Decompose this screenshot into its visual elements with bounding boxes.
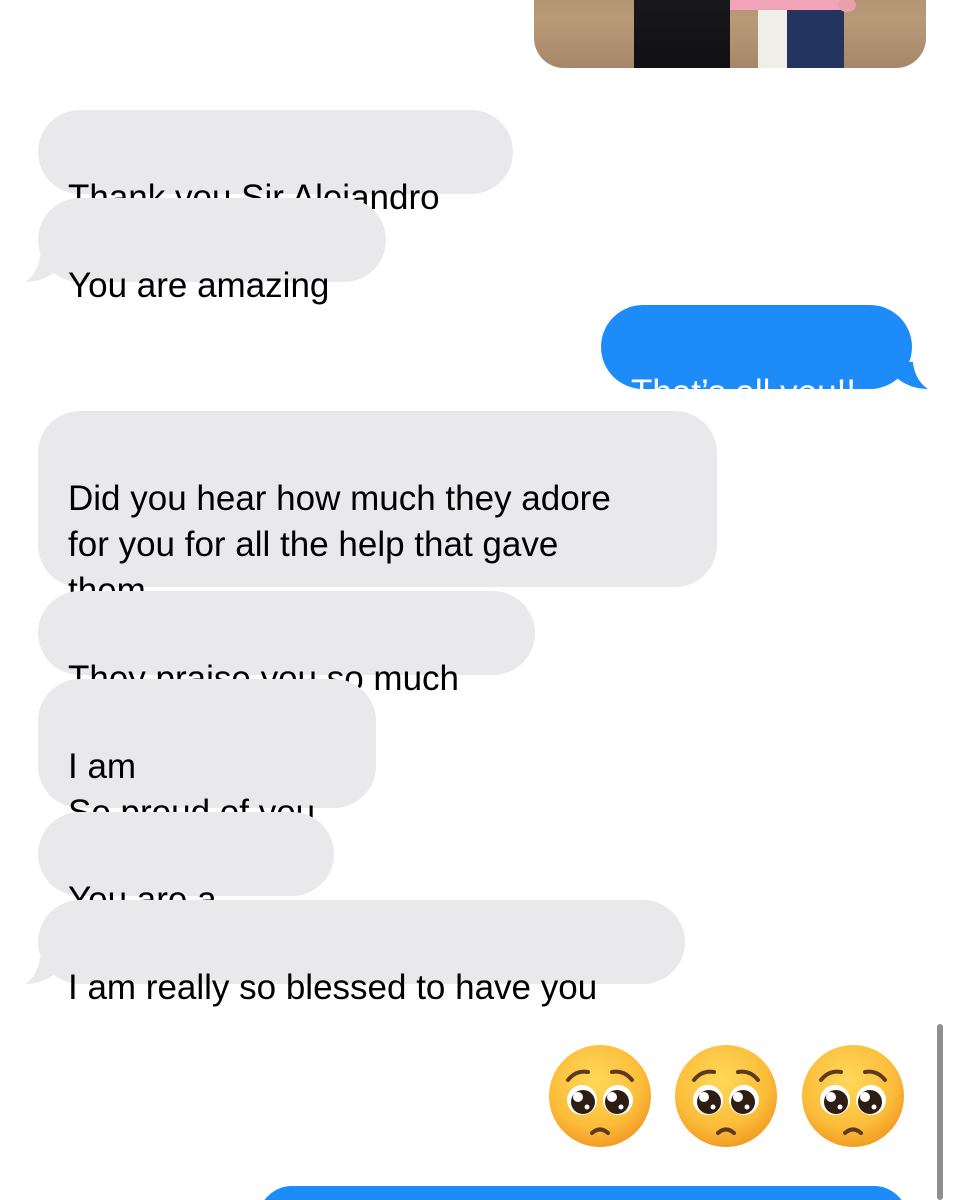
message-text: You are amazing: [68, 266, 330, 305]
scrollbar[interactable]: [937, 1024, 943, 1200]
message-thread[interactable]: Thank you Sir Alejandro You are amazing …: [0, 0, 953, 1200]
photo-person-right: [758, 0, 844, 68]
message-bubble-incoming-5[interactable]: I am So proud of you: [38, 679, 376, 832]
message-bubble-incoming-1[interactable]: Thank you Sir Alejandro: [38, 110, 513, 217]
message-bubble-incoming-6[interactable]: You are a: [38, 812, 334, 967]
message-bubble-incoming-2[interactable]: You are amazing: [38, 198, 386, 305]
message-bubble-incoming-4[interactable]: They praise you so much: [38, 591, 535, 698]
photo-sign: [730, 0, 846, 10]
photo-person-left: [634, 0, 730, 68]
pleading-face-emoji-icon[interactable]: [546, 1042, 654, 1150]
message-text: I am really so blessed to have you: [68, 968, 598, 1007]
incoming-bubble-tail: [25, 957, 56, 984]
message-bubble-outgoing-1[interactable]: That’s all you!!: [601, 305, 912, 412]
photo-attachment[interactable]: [534, 0, 926, 68]
outgoing-bubble-partial[interactable]: [258, 1186, 908, 1200]
message-bubble-incoming-7[interactable]: I am really so blessed to have you: [38, 900, 685, 1007]
pleading-face-emoji-icon[interactable]: [799, 1042, 907, 1150]
message-text: That’s all you!!: [631, 373, 857, 412]
message-bubble-incoming-3[interactable]: Did you hear how much they adore for you…: [38, 411, 717, 610]
outgoing-bubble-tail: [897, 362, 928, 389]
pleading-face-emoji-icon[interactable]: [672, 1042, 780, 1150]
incoming-bubble-tail: [25, 255, 56, 282]
photo-flower: [838, 0, 856, 12]
